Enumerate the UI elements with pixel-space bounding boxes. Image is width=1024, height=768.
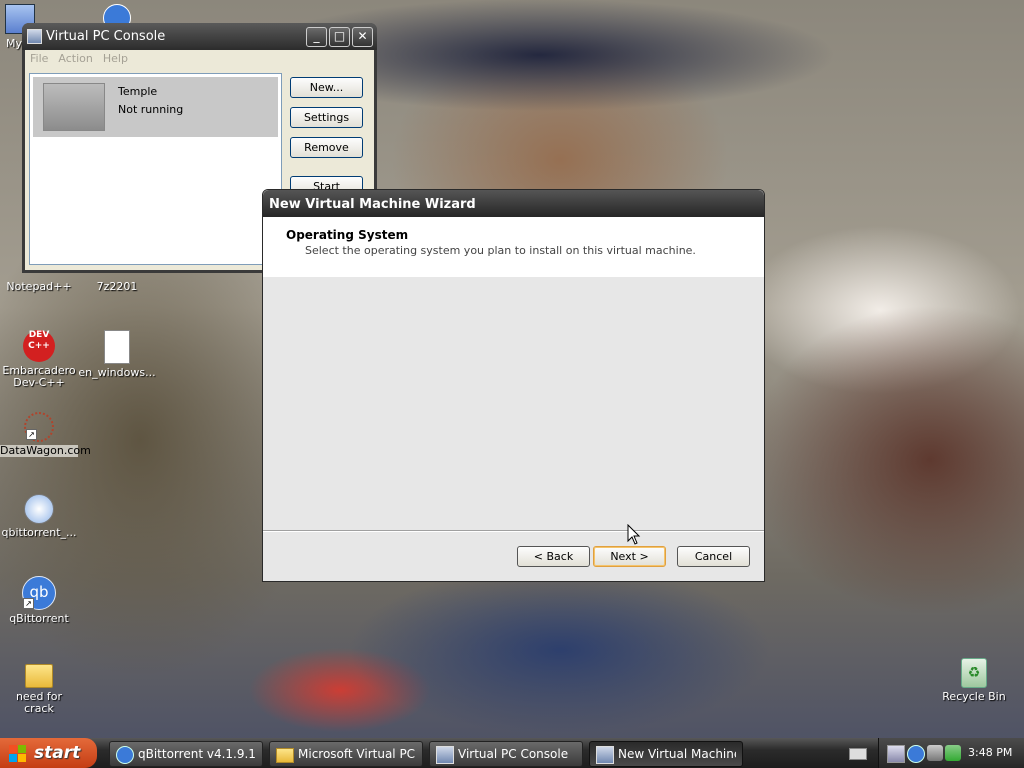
folder-icon — [276, 748, 294, 763]
vm-thumbnail-icon — [43, 83, 105, 131]
wizard-title: New Virtual Machine Wizard — [269, 197, 476, 212]
desktop-icon-iso[interactable]: en_windows... — [78, 330, 156, 379]
desktop-icon-label: qBittorrent — [9, 612, 69, 625]
desktop-icon-qbittorrent[interactable]: qb ↗ qBittorrent — [0, 576, 78, 625]
window-titlebar[interactable]: Virtual PC Console _ □ ✕ — [22, 23, 377, 50]
desktop-icon-devcpp[interactable]: DEV C++ Embarcadero Dev-C++ — [0, 330, 78, 389]
taskbar-item-new-virtual-machine[interactable]: New Virtual Machine ... — [589, 741, 743, 767]
vm-list-item[interactable]: Temple Not running — [33, 77, 278, 137]
devcpp-icon: DEV C++ — [23, 330, 55, 362]
wizard-titlebar[interactable]: New Virtual Machine Wizard — [263, 190, 764, 217]
system-tray: 3:48 PM — [878, 738, 1024, 768]
qbittorrent-tray-icon[interactable] — [907, 745, 925, 763]
network-icon[interactable] — [887, 745, 905, 763]
menu-file[interactable]: File — [25, 50, 53, 67]
menu-action[interactable]: Action — [53, 50, 97, 67]
shortcut-arrow-icon: ↗ — [23, 598, 34, 609]
taskbar-item-microsoft-virtual-pc[interactable]: Microsoft Virtual PC 2... — [269, 741, 423, 767]
start-button[interactable]: start — [0, 738, 97, 768]
desktop-icon-qbittorrent-installer[interactable]: qbittorrent_... — [0, 494, 78, 539]
vm-name: Temple — [118, 85, 158, 98]
taskbar-item-label: Microsoft Virtual PC 2... — [298, 747, 416, 761]
desktop-icon-label: Recycle Bin — [942, 690, 1006, 703]
wizard-separator — [263, 530, 764, 532]
taskbar-item-label: qBittorrent v4.1.9.1 — [138, 747, 256, 761]
wizard-subheading: Select the operating system you plan to … — [305, 244, 696, 257]
desktop-icon-label: My — [6, 37, 23, 50]
datawagon-icon: ↗ — [24, 412, 54, 442]
taskbar-item-label: Virtual PC Console — [458, 747, 569, 761]
desktop-icon-recycle-bin[interactable]: ♻ Recycle Bin — [935, 658, 1013, 703]
desktop-icon-datawagon[interactable]: ↗ DataWagon.com — [0, 412, 91, 457]
menu-help[interactable]: Help — [98, 50, 133, 67]
recycle-bin-icon: ♻ — [961, 658, 987, 688]
desktop-icon-label: need for crack — [15, 690, 63, 715]
taskbar-item-qbittorrent[interactable]: qBittorrent v4.1.9.1 — [109, 741, 263, 767]
desktop-icon-label: Embarcadero Dev-C++ — [2, 364, 76, 389]
virtual-pc-icon — [436, 746, 454, 764]
folder-icon — [25, 664, 53, 688]
wizard-header: Operating System Select the operating sy… — [263, 217, 764, 277]
qbittorrent-installer-icon — [24, 494, 54, 524]
qbittorrent-icon: qb ↗ — [22, 576, 56, 610]
virtual-pc-icon — [27, 29, 42, 44]
qbittorrent-icon — [116, 746, 134, 764]
desktop-icon-label: Notepad++ — [6, 280, 72, 293]
virtual-pc-icon — [596, 746, 614, 764]
desktop-icon-folder[interactable]: need for crack — [0, 660, 78, 715]
minimize-button[interactable]: _ — [306, 27, 327, 47]
desktop-icon-label: 7z2201 — [96, 280, 138, 293]
maximize-button[interactable]: □ — [329, 27, 350, 47]
wizard-heading: Operating System — [286, 228, 409, 242]
desktop-icon-label: en_windows... — [78, 366, 156, 379]
next-button[interactable]: Next > — [593, 546, 666, 567]
sound-icon[interactable] — [927, 745, 943, 761]
new-vm-wizard-dialog: New Virtual Machine Wizard Operating Sys… — [262, 189, 765, 582]
back-button[interactable]: < Back — [517, 546, 590, 567]
safely-remove-hardware-icon[interactable] — [945, 745, 961, 761]
clock[interactable]: 3:48 PM — [968, 746, 1012, 759]
menu-bar: File Action Help — [25, 50, 374, 68]
taskbar-item-label: New Virtual Machine ... — [618, 747, 736, 761]
virtual-machine-list[interactable]: Temple Not running — [29, 73, 282, 265]
start-label: start — [34, 743, 81, 763]
desktop-icon-label: qbittorrent_... — [1, 526, 77, 539]
window-title: Virtual PC Console — [46, 29, 166, 44]
remove-button[interactable]: Remove — [290, 137, 363, 158]
taskbar: start qBittorrent v4.1.9.1 Microsoft Vir… — [0, 738, 1024, 768]
shortcut-arrow-icon: ↗ — [26, 429, 37, 440]
windows-flag-icon — [9, 745, 26, 762]
settings-button[interactable]: Settings — [290, 107, 363, 128]
keyboard-icon[interactable] — [849, 748, 867, 760]
taskbar-item-virtual-pc-console[interactable]: Virtual PC Console — [429, 741, 583, 767]
desktop-icon-label: DataWagon.com — [0, 444, 91, 457]
cancel-button[interactable]: Cancel — [677, 546, 750, 567]
iso-file-icon — [104, 330, 130, 364]
close-button[interactable]: ✕ — [352, 27, 373, 47]
mouse-cursor-icon — [627, 524, 641, 545]
vm-status: Not running — [118, 103, 184, 116]
new-button[interactable]: New... — [290, 77, 363, 98]
